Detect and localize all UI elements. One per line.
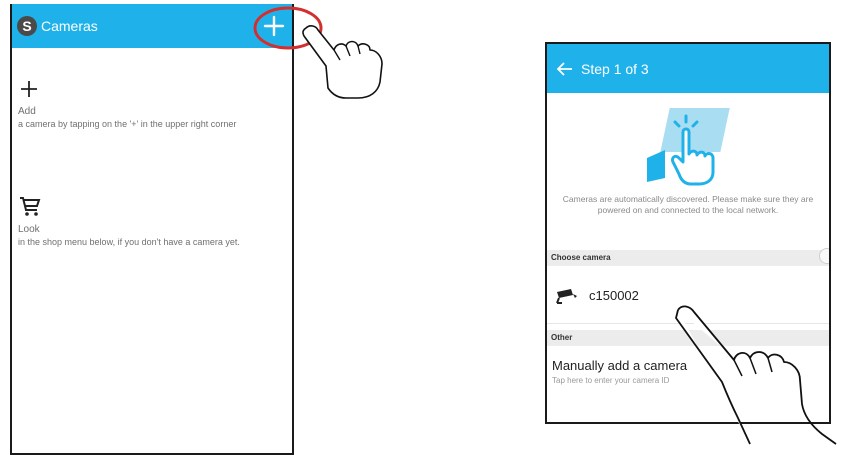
add-hint: Add a camera by tapping on the '+' in th… bbox=[18, 78, 288, 130]
tap-hand-icon bbox=[647, 108, 730, 186]
page-title: Cameras bbox=[41, 18, 98, 34]
discovery-message: Cameras are automatically discovered. Pl… bbox=[562, 194, 814, 215]
choose-camera-header: Choose camera bbox=[547, 250, 829, 266]
look-hint-text: in the shop menu below, if you don't hav… bbox=[18, 237, 240, 247]
pointing-hand-icon bbox=[675, 305, 837, 445]
security-camera-icon bbox=[555, 288, 577, 304]
camera-name: c150002 bbox=[589, 288, 639, 303]
app-bar: Step 1 of 3 bbox=[547, 44, 829, 93]
refresh-toggle[interactable] bbox=[819, 248, 829, 264]
page-title: Step 1 of 3 bbox=[581, 60, 649, 77]
look-hint: Look in the shop menu below, if you don'… bbox=[18, 194, 288, 248]
add-hint-title: Add bbox=[18, 106, 36, 117]
add-hint-text: a camera by tapping on the '+' in the up… bbox=[18, 119, 237, 129]
app-bar: S Cameras bbox=[12, 4, 292, 48]
look-hint-title: Look bbox=[18, 224, 40, 235]
back-button[interactable] bbox=[557, 61, 573, 76]
app-logo: S bbox=[17, 16, 37, 36]
pointing-hand-icon bbox=[302, 25, 383, 99]
shopping-cart-icon bbox=[20, 197, 41, 216]
arrow-left-icon bbox=[557, 61, 572, 76]
cameras-screen: S Cameras Add a camera by tapping on the… bbox=[10, 4, 294, 455]
plus-icon bbox=[21, 81, 37, 97]
